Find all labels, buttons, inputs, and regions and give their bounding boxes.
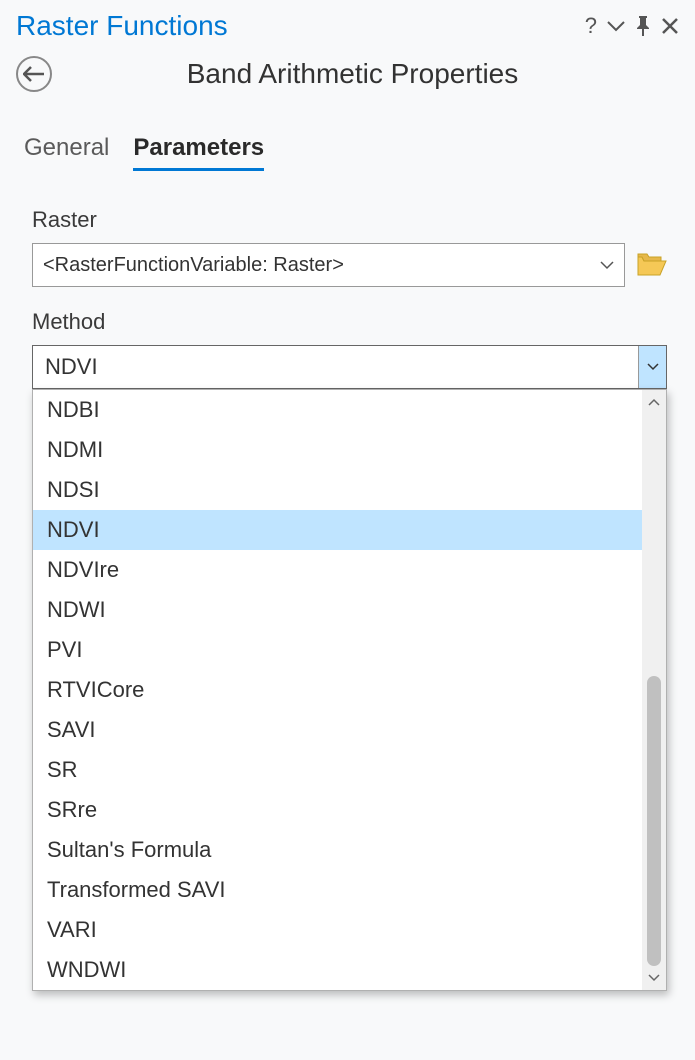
tab-parameters[interactable]: Parameters [133,130,264,171]
scrollbar[interactable] [642,390,666,990]
pin-icon[interactable] [635,16,651,36]
chevron-down-icon [647,363,659,371]
browse-folder-button[interactable] [637,253,667,277]
raster-value: <RasterFunctionVariable: Raster> [43,254,344,277]
folder-open-icon [637,253,667,277]
arrow-left-icon [23,66,45,82]
method-dropdown-list: NDBINDMINDSINDVINDVIreNDWIPVIRTVICoreSAV… [32,389,667,991]
method-option[interactable]: SAVI [33,710,642,750]
help-icon[interactable]: ? [585,15,597,37]
method-option[interactable]: NDBI [33,390,642,430]
page-title: Band Arithmetic Properties [66,58,639,90]
method-option[interactable]: NDMI [33,430,642,470]
method-option[interactable]: NDSI [33,470,642,510]
method-option[interactable]: RTVICore [33,670,642,710]
raster-label: Raster [32,207,667,233]
method-option[interactable]: VARI [33,910,642,950]
method-option[interactable]: WNDWI [33,950,642,990]
close-icon[interactable] [661,17,679,35]
method-option[interactable]: Sultan's Formula [33,830,642,870]
scroll-thumb[interactable] [647,676,661,966]
method-option[interactable]: SR [33,750,642,790]
method-option[interactable]: NDVIre [33,550,642,590]
method-option[interactable]: NDWI [33,590,642,630]
tab-general[interactable]: General [24,130,109,171]
method-select[interactable]: NDVI [32,345,667,389]
scroll-up-button[interactable] [642,390,666,414]
chevron-up-icon [648,398,660,406]
chevron-down-icon [648,974,660,982]
method-option[interactable]: Transformed SAVI [33,870,642,910]
chevron-down-icon[interactable] [607,20,625,32]
scroll-down-button[interactable] [642,966,666,990]
raster-select[interactable]: <RasterFunctionVariable: Raster> [32,243,625,287]
method-option[interactable]: NDVI [33,510,642,550]
method-label: Method [32,309,667,335]
method-option[interactable]: SRre [33,790,642,830]
scroll-track[interactable] [642,414,666,966]
method-option[interactable]: PVI [33,630,642,670]
method-value: NDVI [45,354,98,380]
panel-title: Raster Functions [16,10,585,42]
chevron-down-icon [600,261,614,270]
back-button[interactable] [16,56,52,92]
dropdown-toggle-button[interactable] [638,346,666,388]
